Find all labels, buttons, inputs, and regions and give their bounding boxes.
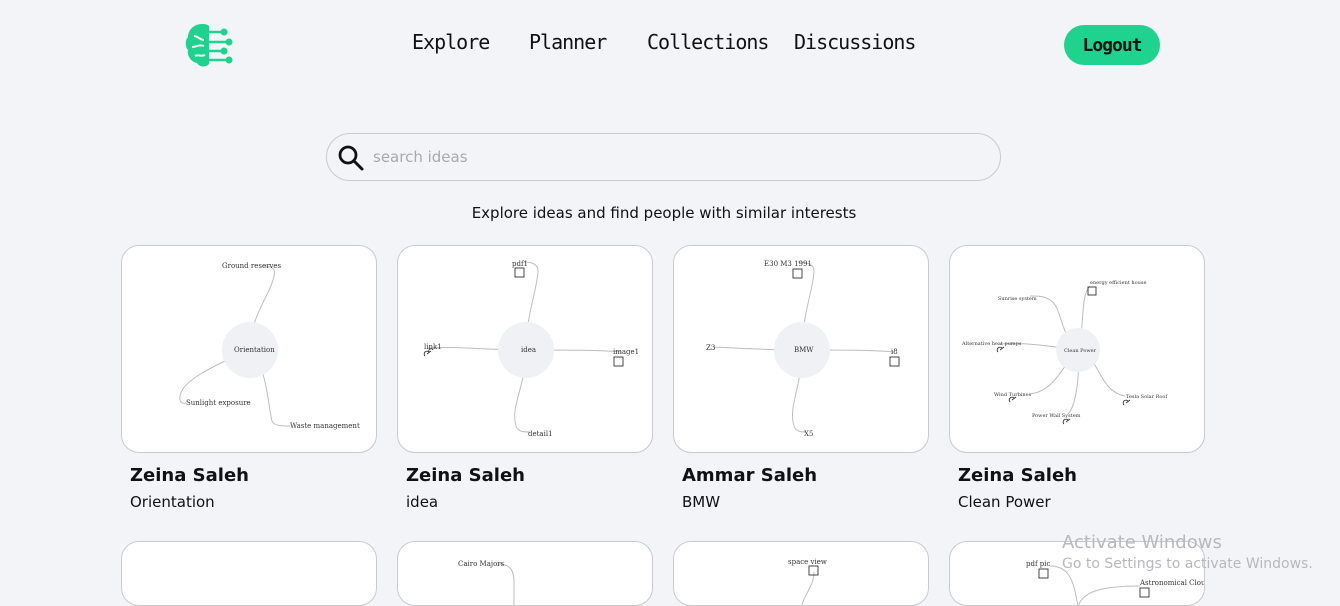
mindmap-node: energy efficient house <box>1090 280 1146 286</box>
mindmap-preview: Clean Power Sunrise system energy effici… <box>961 280 1168 425</box>
pdf-file-icon <box>1139 587 1150 598</box>
activate-windows-subtitle: Go to Settings to activate Windows. <box>1062 556 1313 572</box>
mindmap-node: Sunrise system <box>998 296 1037 302</box>
image-icon <box>1038 568 1049 579</box>
mindmap-node: Ground reserves <box>222 262 282 270</box>
mindmap-node: Power Wall System <box>1032 413 1081 419</box>
mindmap-node: X5 <box>804 430 813 438</box>
mindmap-node: Z3 <box>706 344 715 352</box>
search-bar <box>326 133 1001 181</box>
mindmap-preview: space view <box>788 558 827 605</box>
idea-card[interactable]: idea pdf1 link1 image1 detail1 <box>397 245 653 453</box>
mindmap-node: pdf pic <box>1026 560 1050 568</box>
mindmap-preview: BMW E30 M3 1991 Z3 i8 X5 <box>706 260 900 438</box>
idea-card[interactable]: BMW E30 M3 1991 Z3 i8 X5 <box>673 245 929 453</box>
mindmap-node: Astronomical Clouds <box>1139 579 1205 587</box>
mindmap-node: Waste management <box>290 422 360 430</box>
idea-card[interactable]: space view <box>673 541 929 606</box>
card-title: BMW <box>682 493 721 511</box>
search-input[interactable] <box>373 134 983 180</box>
image-icon <box>1087 286 1097 296</box>
card-owner: Zeina Saleh <box>958 465 1077 486</box>
mindmap-node: Tesla Solar Roof <box>1126 394 1168 400</box>
card-owner: Zeina Saleh <box>130 465 249 486</box>
card-title: Clean Power <box>958 493 1051 511</box>
mindmap-center: idea <box>521 346 536 354</box>
card-owner: Ammar Saleh <box>682 465 818 486</box>
nav-planner[interactable]: Planner <box>529 30 607 54</box>
mindmap-center: Clean Power <box>1064 348 1097 354</box>
idea-card[interactable]: Clean Power Sunrise system energy effici… <box>949 245 1205 453</box>
link-icon <box>1122 399 1131 406</box>
mindmap-node: pdf1 <box>512 260 528 268</box>
link-icon <box>1062 418 1071 425</box>
mindmap-node: detail1 <box>528 430 553 438</box>
mindmap-node: E30 M3 1991 <box>764 260 812 268</box>
image-icon <box>613 356 624 367</box>
mindmap-node: space view <box>788 558 827 566</box>
link-icon <box>996 346 1005 353</box>
activate-windows-title: Activate Windows <box>1062 532 1222 553</box>
pdf-file-icon <box>514 267 525 278</box>
mindmap-center: BMW <box>794 346 814 354</box>
card-owner: Zeina Saleh <box>406 465 525 486</box>
search-icon[interactable] <box>337 144 365 172</box>
idea-card[interactable] <box>121 541 377 606</box>
mindmap-center: Orientation <box>234 346 275 354</box>
image-icon <box>889 356 900 367</box>
image-icon <box>792 268 803 279</box>
idea-card[interactable]: Orientation Ground reserves Sunlight exp… <box>121 245 377 453</box>
mindmap-preview: Orientation Ground reserves Sunlight exp… <box>179 262 360 430</box>
tagline: Explore ideas and find people with simil… <box>471 204 857 222</box>
nav-explore[interactable]: Explore <box>412 30 490 54</box>
mindmap-preview: idea pdf1 link1 image1 detail1 <box>423 260 639 438</box>
idea-card[interactable]: Cairo Majors <box>397 541 653 606</box>
card-title: idea <box>406 493 439 511</box>
card-title: Orientation <box>130 493 215 511</box>
mindmap-node: Alternative heat pumps <box>961 341 1022 347</box>
mindmap-node: i8 <box>891 348 898 356</box>
nav-collections[interactable]: Collections <box>647 30 769 54</box>
mindmap-node: Sunlight exposure <box>186 399 251 407</box>
mindmap-preview: Cairo Majors <box>458 560 515 605</box>
mindmap-node: image1 <box>613 348 639 356</box>
mindmap-node: Cairo Majors <box>458 560 505 568</box>
nav-discussions[interactable]: Discussions <box>794 30 916 54</box>
logout-button[interactable]: Logout <box>1064 25 1160 65</box>
